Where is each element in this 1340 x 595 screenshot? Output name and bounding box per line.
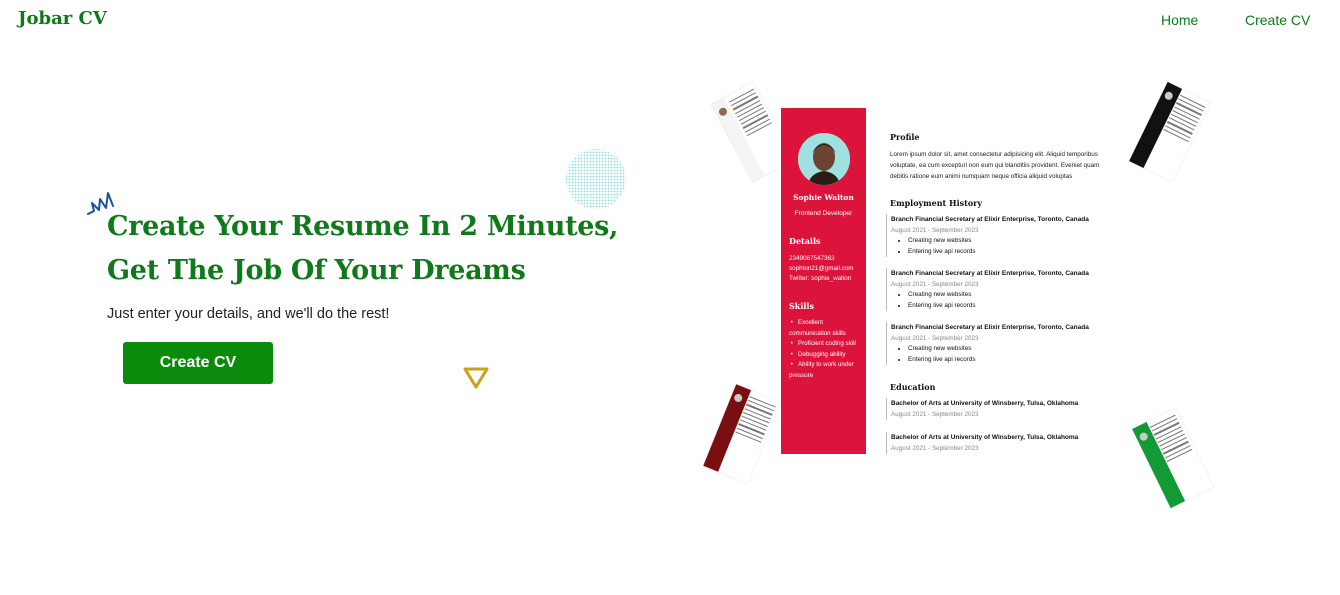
resume-thumbnail-black: [1129, 81, 1211, 183]
detail-email: sophton21@gmail.com: [789, 265, 854, 272]
job-date: August 2021 - September 2023: [891, 335, 979, 342]
nav-home-link[interactable]: Home: [1161, 12, 1198, 28]
education-title: Bachelor of Arts at University of Winsbe…: [891, 400, 1079, 407]
hero-title: Create Your Resume In 2 Minutes, Get The…: [107, 205, 667, 293]
skill-item: • Ability to work under pressure: [789, 361, 854, 379]
triangle-decoration-icon: [463, 367, 489, 389]
resume-thumbnail-maroon: [703, 384, 781, 484]
education-entry: Bachelor of Arts at University of Winsbe…: [886, 432, 1121, 454]
education-title: Bachelor of Arts at University of Winsbe…: [891, 434, 1079, 441]
detail-phone: 2349087547363: [789, 255, 835, 262]
resume-preview-sidebar: Sophie Walton Frontend Developer Details…: [781, 108, 866, 454]
employment-entry: Branch Financial Secretary at Elixir Ent…: [886, 322, 1121, 365]
job-date: August 2021 - September 2023: [891, 281, 979, 288]
hero-title-line-2: Get The Job Of Your Dreams: [107, 255, 526, 286]
detail-twitter: Twitter: sophie_walton: [789, 275, 852, 282]
education-date: August 2021 - September 2023: [891, 445, 979, 452]
job-date: August 2021 - September 2023: [891, 227, 979, 234]
job-title: Branch Financial Secretary at Elixir Ent…: [891, 324, 1089, 331]
dotted-circle-decoration-icon: [566, 149, 626, 209]
nav-create-cv-link[interactable]: Create CV: [1245, 12, 1310, 28]
hero-subtitle: Just enter your details, and we'll do th…: [107, 306, 390, 322]
avatar: [798, 133, 850, 185]
employment-heading: Employment History: [890, 198, 983, 208]
skill-item: • Debugging ability: [789, 350, 846, 358]
job-title: Branch Financial Secretary at Elixir Ent…: [891, 216, 1089, 223]
profile-heading: Profile: [890, 132, 920, 142]
job-duty: Entering live api records: [908, 301, 1121, 312]
education-entry: Bachelor of Arts at University of Winsbe…: [886, 398, 1121, 420]
employment-entry: Branch Financial Secretary at Elixir Ent…: [886, 214, 1121, 257]
employment-entry: Branch Financial Secretary at Elixir Ent…: [886, 268, 1121, 311]
job-duty: Creating new websites: [908, 290, 1121, 301]
resume-thumbnail-green: [1132, 407, 1214, 509]
profile-text: Lorem ipsum dolor sit, amet consectetur …: [890, 151, 1100, 180]
job-duty: Entering live api records: [908, 247, 1121, 258]
job-duty: Creating new websites: [908, 344, 1121, 355]
skills-heading: Skills: [789, 301, 814, 311]
job-duty: Creating new websites: [908, 236, 1121, 247]
resume-name: Sophie Walton: [793, 193, 854, 202]
details-heading: Details: [789, 236, 821, 246]
skill-item: • Proficient coding skill: [789, 340, 856, 348]
job-duty: Entering live api records: [908, 355, 1121, 366]
resume-role: Frontend Developer: [794, 210, 853, 217]
hero-title-line-1: Create Your Resume In 2 Minutes,: [107, 211, 619, 242]
education-heading: Education: [890, 382, 936, 392]
skills-list: • Excellent communication skills • Profi…: [789, 318, 861, 382]
create-cv-button[interactable]: Create CV: [123, 342, 273, 384]
logo[interactable]: Jobar CV: [18, 8, 107, 29]
skill-item: • Excellent communication skills: [789, 319, 846, 337]
education-date: August 2021 - September 2023: [891, 411, 979, 418]
job-title: Branch Financial Secretary at Elixir Ent…: [891, 270, 1089, 277]
